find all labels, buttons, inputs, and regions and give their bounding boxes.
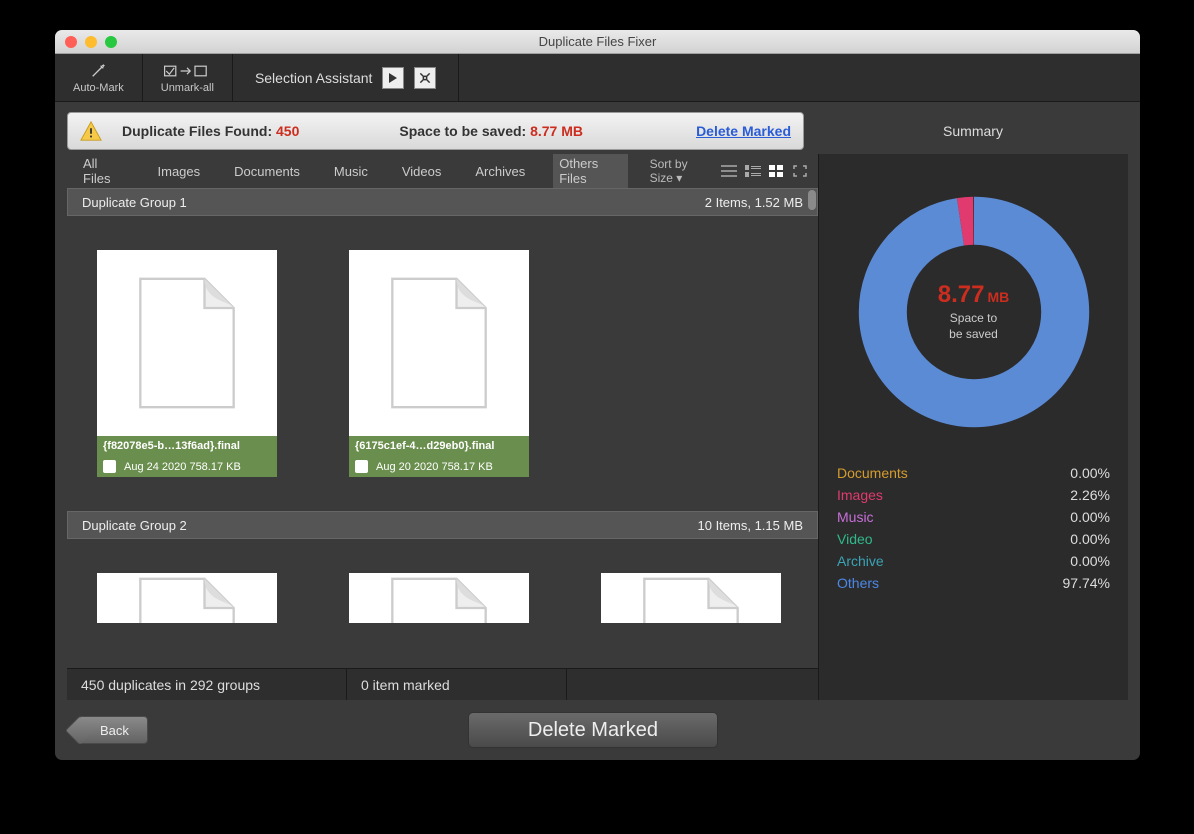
minimize-icon[interactable] <box>85 36 97 48</box>
dup-found-label: Duplicate Files Found: <box>122 123 272 139</box>
legend-documents-pct: 0.00% <box>1070 465 1110 481</box>
group-header-1[interactable]: Duplicate Group 1 2 Items, 1.52 MB <box>67 188 818 216</box>
automark-button[interactable]: Auto-Mark <box>55 54 143 101</box>
assistant-play-button[interactable] <box>382 67 404 89</box>
back-button[interactable]: Back <box>77 716 148 744</box>
warning-icon <box>80 120 102 142</box>
file-checkbox[interactable] <box>103 460 116 473</box>
summary-title: Summary <box>818 112 1128 150</box>
tab-videos[interactable]: Videos <box>396 160 448 183</box>
donut-value: 8.77 <box>938 281 985 308</box>
app-window: Duplicate Files Fixer Auto-Mark Unmark-a… <box>55 30 1140 760</box>
bottombar: Back Delete Marked <box>55 700 1140 760</box>
file-name: {f82078e5-b…13f6ad}.final <box>97 436 277 456</box>
status-dup-count: 450 duplicates in 292 groups <box>67 669 347 700</box>
file-icon <box>601 573 781 623</box>
unmarkall-button[interactable]: Unmark-all <box>143 54 233 101</box>
tab-others[interactable]: Others Files <box>553 154 627 190</box>
tab-music[interactable]: Music <box>328 160 374 183</box>
status-marked-count: 0 item marked <box>347 669 567 700</box>
file-icon <box>349 250 529 436</box>
tab-all-files[interactable]: All Files <box>77 154 130 190</box>
file-card[interactable] <box>349 573 529 623</box>
file-card[interactable]: {f82078e5-b…13f6ad}.final Aug 24 2020 75… <box>97 250 277 477</box>
view-expand-icon[interactable] <box>793 164 808 178</box>
file-name: {6175c1ef-4…d29eb0}.final <box>349 436 529 456</box>
view-detail-icon[interactable] <box>745 164 761 178</box>
tab-archives[interactable]: Archives <box>469 160 531 183</box>
infobar-content: Duplicate Files Found: 450 Space to be s… <box>67 112 804 150</box>
file-icon <box>97 573 277 623</box>
delete-marked-button[interactable]: Delete Marked <box>468 712 718 748</box>
uncheck-icon <box>162 62 212 80</box>
infobar: Duplicate Files Found: 450 Space to be s… <box>67 112 1128 150</box>
sort-dropdown[interactable]: Sort by Size ▾ <box>650 157 714 185</box>
legend-archive: Archive <box>837 553 1070 569</box>
close-icon[interactable] <box>65 36 77 48</box>
legend-music-pct: 0.00% <box>1070 509 1110 525</box>
legend-others: Others <box>837 575 1063 591</box>
traffic-lights <box>65 36 117 48</box>
main-panel: All Files Images Documents Music Videos … <box>67 154 818 700</box>
file-icon <box>349 573 529 623</box>
legend-video: Video <box>837 531 1070 547</box>
delete-marked-link[interactable]: Delete Marked <box>696 123 791 139</box>
tab-images[interactable]: Images <box>152 160 207 183</box>
legend-images: Images <box>837 487 1070 503</box>
donut-sublabel: Space to be saved <box>949 311 998 342</box>
toolbar: Auto-Mark Unmark-all Selection Assistant <box>55 54 1140 102</box>
file-icon <box>97 250 277 436</box>
legend-others-pct: 97.74% <box>1063 575 1110 591</box>
file-meta: Aug 24 2020 758.17 KB <box>124 461 241 473</box>
sort-label: Sort by Size <box>650 157 688 185</box>
unmarkall-label: Unmark-all <box>161 82 214 94</box>
results-scroll[interactable]: Duplicate Group 1 2 Items, 1.52 MB {f820… <box>67 188 818 668</box>
statusbar: 450 duplicates in 292 groups 0 item mark… <box>67 668 818 700</box>
legend-documents: Documents <box>837 465 1070 481</box>
file-card[interactable] <box>97 573 277 623</box>
dup-found-count: 450 <box>276 123 299 139</box>
file-card[interactable] <box>601 573 781 623</box>
group-meta: 10 Items, 1.15 MB <box>698 518 804 533</box>
group-meta: 2 Items, 1.52 MB <box>705 195 803 210</box>
file-meta: Aug 20 2020 758.17 KB <box>376 461 493 473</box>
file-card[interactable]: {6175c1ef-4…d29eb0}.final Aug 20 2020 75… <box>349 250 529 477</box>
space-label: Space to be saved: <box>399 123 526 139</box>
tab-documents[interactable]: Documents <box>228 160 306 183</box>
space-donut-chart: 8.77MB Space to be saved <box>854 192 1094 432</box>
filter-tabs: All Files Images Documents Music Videos … <box>67 154 818 188</box>
group-name: Duplicate Group 1 <box>82 195 187 210</box>
summary-panel: 8.77MB Space to be saved Documents0.00% … <box>818 154 1128 700</box>
donut-unit: MB <box>987 289 1009 305</box>
selection-assistant-label: Selection Assistant <box>255 70 373 86</box>
group-header-2[interactable]: Duplicate Group 2 10 Items, 1.15 MB <box>67 511 818 539</box>
titlebar: Duplicate Files Fixer <box>55 30 1140 54</box>
wand-icon <box>88 62 108 80</box>
file-checkbox[interactable] <box>355 460 368 473</box>
legend-video-pct: 0.00% <box>1070 531 1110 547</box>
legend-images-pct: 2.26% <box>1070 487 1110 503</box>
scrollbar-thumb[interactable] <box>808 190 816 210</box>
space-value: 8.77 MB <box>530 123 583 139</box>
zoom-icon[interactable] <box>105 36 117 48</box>
selection-assistant: Selection Assistant <box>233 54 460 101</box>
assistant-settings-button[interactable] <box>414 67 436 89</box>
view-grid-icon[interactable] <box>769 164 784 178</box>
legend-music: Music <box>837 509 1070 525</box>
legend: Documents0.00% Images2.26% Music0.00% Vi… <box>837 462 1110 594</box>
group-name: Duplicate Group 2 <box>82 518 187 533</box>
window-title: Duplicate Files Fixer <box>55 34 1140 49</box>
automark-label: Auto-Mark <box>73 82 124 94</box>
view-list-icon[interactable] <box>721 164 737 178</box>
legend-archive-pct: 0.00% <box>1070 553 1110 569</box>
